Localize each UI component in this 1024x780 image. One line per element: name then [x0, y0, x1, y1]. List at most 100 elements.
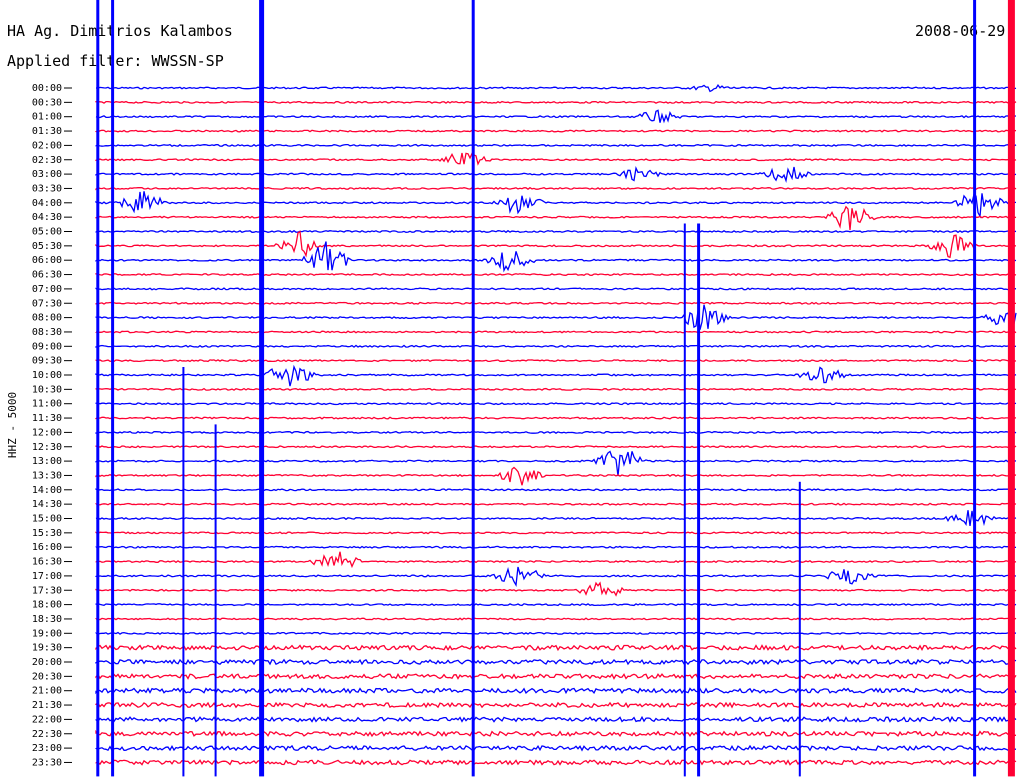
- row-label: 01:00: [32, 112, 62, 123]
- seismogram-trace: [95, 603, 1017, 607]
- row-label: 20:00: [32, 657, 62, 668]
- seismogram-trace: [95, 129, 1017, 133]
- row-label: 11:30: [32, 413, 62, 424]
- row-label: 14:00: [32, 485, 62, 496]
- seismogram-trace: [95, 617, 1017, 621]
- row-label: 08:00: [32, 313, 62, 324]
- seismogram-trace: [95, 715, 1017, 723]
- seismogram-trace: [95, 551, 1017, 569]
- seismogram-plot: 00:00 00:30 01:00 01:30 02:00 02:30 03:00 03:30…: [6, 0, 1017, 777]
- row-label: 03:30: [32, 183, 62, 194]
- row-label: 02:00: [32, 140, 62, 151]
- row-label: 16:00: [32, 542, 62, 553]
- seismogram-trace: [95, 301, 1017, 305]
- seismogram-trace: [95, 166, 1017, 183]
- seismogram-spike: [973, 0, 977, 777]
- seismogram-trace: [95, 402, 1017, 406]
- seismogram-trace: [95, 387, 1017, 391]
- row-label: 13:00: [32, 456, 62, 467]
- row-label: 04:00: [32, 198, 62, 209]
- row-label: 00:00: [32, 83, 62, 94]
- row-label: 17:30: [32, 585, 62, 596]
- seismogram-trace: [95, 330, 1017, 334]
- row-label: 01:30: [32, 126, 62, 137]
- seismogram-trace: [95, 488, 1017, 492]
- seismogram-trace: [95, 287, 1017, 291]
- seismogram-trace: [95, 364, 1017, 387]
- seismogram-spike: [697, 223, 701, 777]
- seismogram-trace: [95, 100, 1017, 104]
- seismogram-trace: [95, 581, 1017, 597]
- row-label: 05:00: [32, 227, 62, 238]
- row-label: 19:00: [32, 628, 62, 639]
- row-label: 14:30: [32, 499, 62, 510]
- seismogram-trace: [95, 531, 1017, 535]
- seismogram-trace: [95, 510, 1017, 527]
- seismogram-spike: [96, 0, 100, 777]
- row-label: 15:30: [32, 528, 62, 539]
- row-label: 03:00: [32, 169, 62, 180]
- row-label: 18:00: [32, 600, 62, 611]
- seismogram-spike: [111, 0, 115, 777]
- row-label: 07:30: [32, 298, 62, 309]
- seismogram-trace: [95, 229, 1017, 234]
- row-label: 02:30: [32, 155, 62, 166]
- seismogram-trace: [95, 191, 1017, 219]
- row-label: 23:00: [32, 743, 62, 754]
- seismogram-trace: [95, 273, 1017, 277]
- seismogram-trace: [95, 230, 1017, 259]
- seismogram-trace: [95, 466, 1017, 486]
- seismogram-trace: [95, 83, 1017, 93]
- row-label: 10:00: [32, 370, 62, 381]
- seismogram-trace: [95, 631, 1017, 635]
- row-label: 21:00: [32, 686, 62, 697]
- row-label: 22:00: [32, 714, 62, 725]
- seismogram-trace: [95, 545, 1017, 549]
- row-label: 09:00: [32, 341, 62, 352]
- row-label: 05:30: [32, 241, 62, 252]
- row-label: 12:00: [32, 427, 62, 438]
- seismogram-trace: [95, 658, 1017, 666]
- row-label: 08:30: [32, 327, 62, 338]
- seismogram-trace: [95, 416, 1017, 420]
- seismogram-trace: [95, 759, 1017, 766]
- seismogram-trace: [95, 359, 1017, 363]
- seismogram-trace: [95, 701, 1017, 709]
- row-label: 06:00: [32, 255, 62, 266]
- seismogram-trace: [95, 729, 1016, 738]
- row-label: 11:00: [32, 399, 62, 410]
- seismogram-trace: [95, 566, 1017, 588]
- seismogram-trace: [95, 644, 1017, 652]
- seismogram-trace: [95, 744, 1017, 752]
- seismogram-trace: [95, 152, 1017, 166]
- seismogram-trace: [95, 687, 1017, 695]
- row-label: 23:30: [32, 757, 62, 768]
- seismogram-trace: [95, 502, 1017, 506]
- seismogram-spike: [683, 223, 686, 777]
- seismogram-trace: [95, 450, 1017, 477]
- row-label: 15:00: [32, 514, 62, 525]
- row-label: 13:30: [32, 470, 62, 481]
- row-label: 21:30: [32, 700, 62, 711]
- seismogram-spike: [214, 424, 217, 777]
- seismogram-trace: [95, 109, 1017, 124]
- row-label: 00:30: [32, 97, 62, 108]
- row-label: 04:30: [32, 212, 62, 223]
- row-labels: 00:00 00:30 01:00 01:30 02:00 02:30 03:00 03:30…: [32, 83, 72, 768]
- seismogram-trace: [95, 205, 1017, 231]
- row-label: 06:30: [32, 270, 62, 281]
- seismogram-spike: [182, 367, 185, 777]
- seismogram-trace: [95, 672, 1017, 680]
- seismogram-spike: [798, 481, 801, 777]
- seismogram-trace: [95, 304, 1017, 330]
- seismogram-spike: [1007, 0, 1015, 777]
- seismogram-traces: [95, 83, 1017, 766]
- seismogram-trace: [95, 186, 1017, 191]
- row-label: 22:30: [32, 729, 62, 740]
- row-label: 20:30: [32, 671, 62, 682]
- row-label: 12:30: [32, 442, 62, 453]
- row-label: 10:30: [32, 384, 62, 395]
- seismogram-spike: [471, 0, 475, 777]
- seismogram-trace: [95, 430, 1017, 434]
- row-label: 18:30: [32, 614, 62, 625]
